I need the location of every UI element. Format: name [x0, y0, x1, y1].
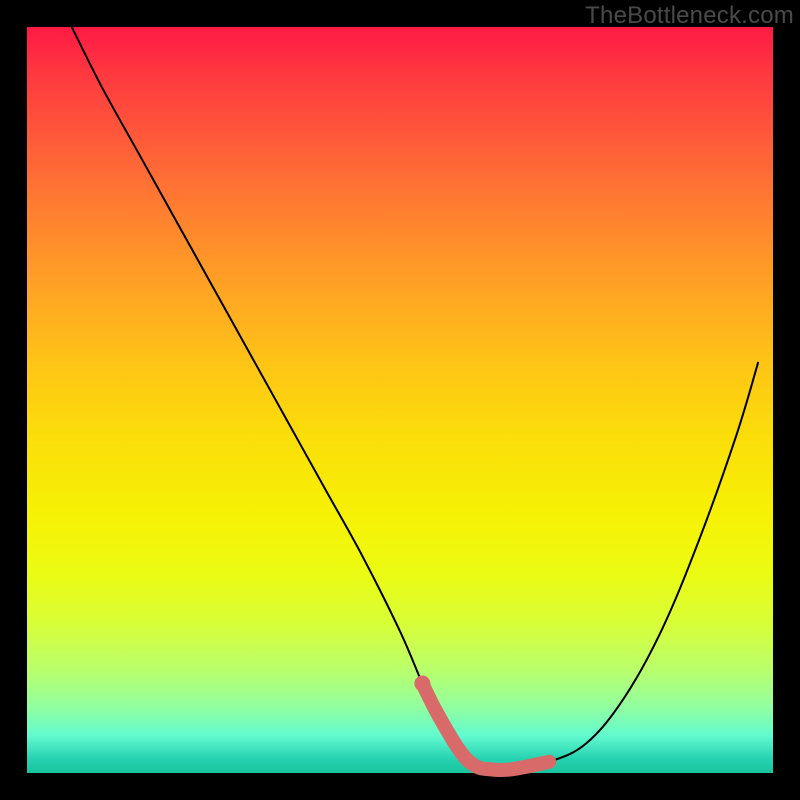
optimal-start-dot — [414, 675, 430, 691]
chart-svg — [27, 27, 773, 773]
bottleneck-curve — [72, 27, 758, 770]
watermark-text: TheBottleneck.com — [585, 2, 794, 30]
optimal-zone-highlight — [422, 683, 549, 770]
chart-plot-area — [27, 27, 773, 773]
